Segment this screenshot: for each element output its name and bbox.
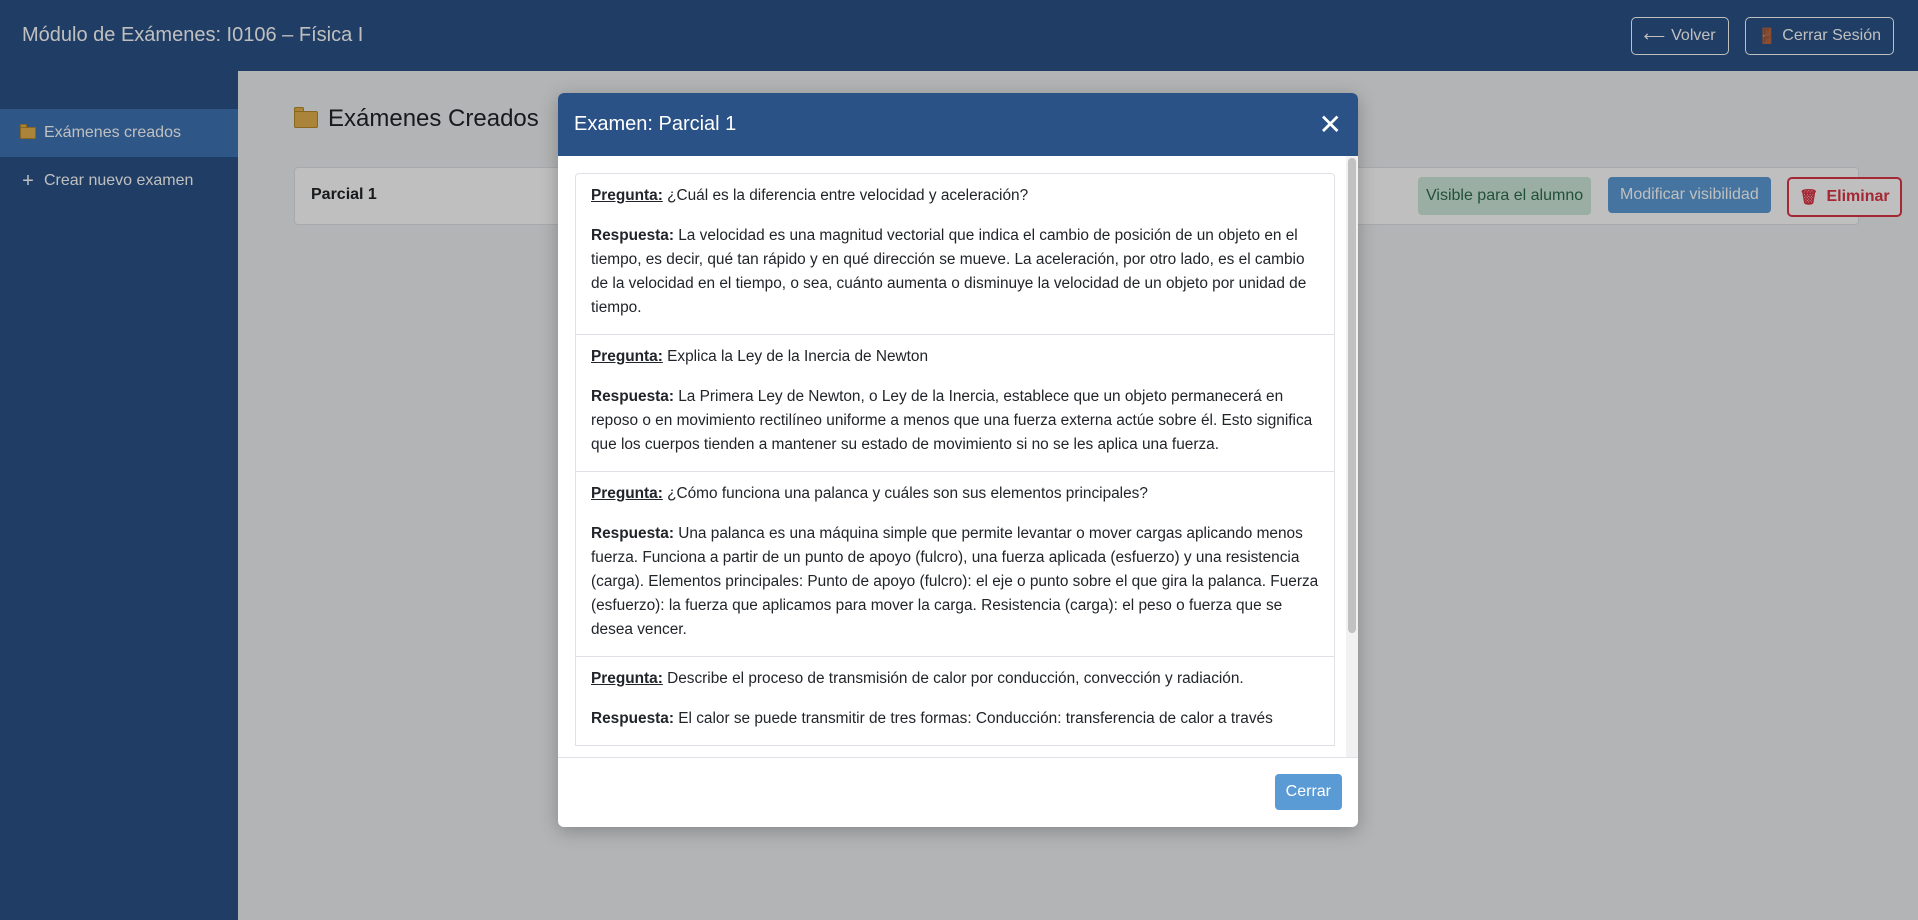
question-label: Pregunta: bbox=[591, 670, 663, 687]
answer-label: Respuesta: bbox=[591, 227, 674, 244]
modal-body[interactable]: Pregunta: ¿Cuál es la diferencia entre v… bbox=[558, 156, 1358, 757]
list-item: Pregunta: ¿Cuál es la diferencia entre v… bbox=[576, 174, 1334, 335]
answer-label: Respuesta: bbox=[591, 525, 674, 542]
answer-text: Una palanca es una máquina simple que pe… bbox=[591, 525, 1319, 638]
qa-list: Pregunta: ¿Cuál es la diferencia entre v… bbox=[575, 173, 1335, 746]
question-label: Pregunta: bbox=[591, 348, 663, 365]
question-text: ¿Cómo funciona una palanca y cuáles son … bbox=[667, 485, 1148, 502]
question: Pregunta: ¿Cómo funciona una palanca y c… bbox=[591, 482, 1319, 506]
list-item: Pregunta: Describe el proceso de transmi… bbox=[576, 657, 1334, 746]
answer: Respuesta: Una palanca es una máquina si… bbox=[591, 522, 1319, 642]
answer-label: Respuesta: bbox=[591, 388, 674, 405]
scrollbar-thumb[interactable] bbox=[1348, 158, 1356, 633]
question: Pregunta: Explica la Ley de la Inercia d… bbox=[591, 345, 1319, 369]
list-item: Pregunta: Explica la Ley de la Inercia d… bbox=[576, 335, 1334, 472]
list-item: Pregunta: ¿Cómo funciona una palanca y c… bbox=[576, 472, 1334, 657]
close-button[interactable]: Cerrar bbox=[1274, 774, 1342, 810]
exam-modal: Examen: Parcial 1 ✕ Pregunta: ¿Cuál es l… bbox=[558, 93, 1358, 827]
modal-footer: Cerrar bbox=[558, 757, 1358, 827]
close-icon[interactable]: ✕ bbox=[1319, 110, 1342, 139]
modal-title: Examen: Parcial 1 bbox=[574, 113, 737, 135]
answer-text: La velocidad es una magnitud vectorial q… bbox=[591, 227, 1307, 316]
answer-text: El calor se puede transmitir de tres for… bbox=[678, 710, 1273, 727]
answer-text: La Primera Ley de Newton, o Ley de la In… bbox=[591, 388, 1313, 453]
scrollbar[interactable] bbox=[1346, 156, 1358, 757]
answer: Respuesta: La velocidad es una magnitud … bbox=[591, 224, 1319, 320]
question: Pregunta: ¿Cuál es la diferencia entre v… bbox=[591, 184, 1319, 208]
question-label: Pregunta: bbox=[591, 485, 663, 502]
question-text: Describe el proceso de transmisión de ca… bbox=[667, 670, 1244, 687]
answer: Respuesta: La Primera Ley de Newton, o L… bbox=[591, 385, 1319, 457]
answer: Respuesta: El calor se puede transmitir … bbox=[591, 707, 1319, 731]
question-text: Explica la Ley de la Inercia de Newton bbox=[667, 348, 929, 365]
answer-label: Respuesta: bbox=[591, 710, 674, 727]
question: Pregunta: Describe el proceso de transmi… bbox=[591, 667, 1319, 691]
question-text: ¿Cuál es la diferencia entre velocidad y… bbox=[667, 187, 1029, 204]
question-label: Pregunta: bbox=[591, 187, 663, 204]
modal-header: Examen: Parcial 1 ✕ bbox=[558, 93, 1358, 156]
